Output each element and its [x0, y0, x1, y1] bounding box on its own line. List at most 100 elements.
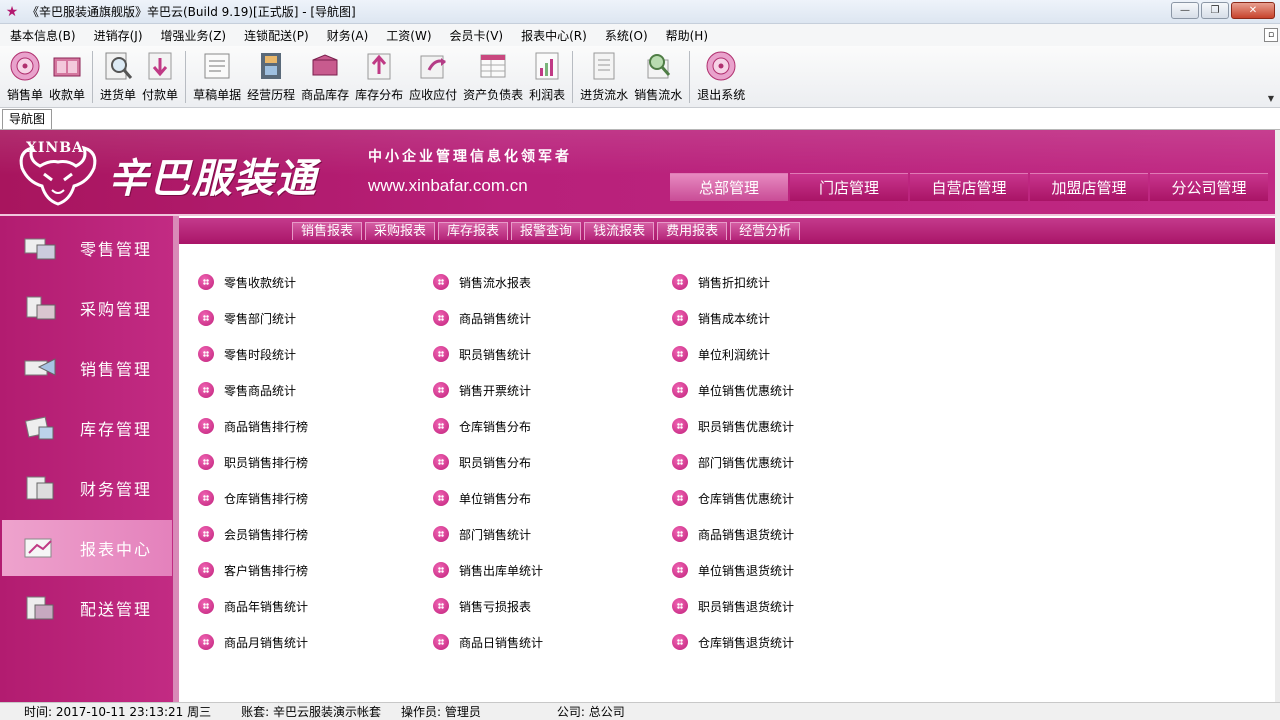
report-link[interactable]: 仓库销售退货统计: [672, 624, 794, 660]
report-link[interactable]: 销售开票统计: [433, 372, 543, 408]
nav-sales[interactable]: 销售管理: [2, 340, 172, 396]
bullet-icon: [198, 418, 214, 434]
toolbar-profit-button[interactable]: 利润表: [526, 46, 568, 103]
report-column-2: 销售流水报表 商品销售统计 职员销售统计 销售开票统计 仓库销售分布 职员销售分…: [433, 264, 543, 660]
bullet-icon: [672, 310, 688, 326]
menu-wages[interactable]: 工资(W): [376, 27, 439, 44]
report-link[interactable]: 职员销售分布: [433, 444, 543, 480]
report-link[interactable]: 商品年销售统计: [198, 588, 308, 624]
toolbar-stock-button[interactable]: 商品库存: [298, 46, 352, 103]
payment-arrow-icon: [143, 50, 177, 82]
report-link[interactable]: 客户销售排行榜: [198, 552, 308, 588]
report-list: 零售收款统计 零售部门统计 零售时段统计 零售商品统计 商品销售排行榜 职员销售…: [179, 244, 1275, 702]
menu-enhanced[interactable]: 增强业务(Z): [151, 27, 235, 44]
subtab-cashflow-reports[interactable]: 钱流报表: [584, 222, 655, 240]
report-link[interactable]: 部门销售统计: [433, 516, 543, 552]
report-link[interactable]: 单位销售分布: [433, 480, 543, 516]
tab-stores[interactable]: 门店管理: [790, 173, 908, 201]
toolbar-history-button[interactable]: 经营历程: [244, 46, 298, 103]
report-link[interactable]: 零售收款统计: [198, 264, 308, 300]
bullet-icon: [198, 454, 214, 470]
report-link[interactable]: 零售时段统计: [198, 336, 308, 372]
menu-system[interactable]: 系统(O): [595, 27, 656, 44]
toolbar-exit-button[interactable]: 退出系统: [694, 46, 748, 103]
mdi-close-icon[interactable]: ▫: [1264, 28, 1278, 42]
report-link[interactable]: 销售出库单统计: [433, 552, 543, 588]
report-link[interactable]: 部门销售优惠统计: [672, 444, 794, 480]
subtab-purchase-reports[interactable]: 采购报表: [365, 222, 436, 240]
minimize-button[interactable]: —: [1171, 2, 1199, 19]
report-link[interactable]: 职员销售排行榜: [198, 444, 308, 480]
bullet-icon: [672, 526, 688, 542]
distribution-icon: [22, 592, 58, 624]
report-link[interactable]: 商品销售退货统计: [672, 516, 794, 552]
toolbar-receipt-button[interactable]: 收款单: [46, 46, 88, 103]
report-link[interactable]: 零售部门统计: [198, 300, 308, 336]
nav-retail[interactable]: 零售管理: [2, 220, 172, 276]
menu-inventory[interactable]: 进销存(J): [84, 27, 151, 44]
menu-finance[interactable]: 财务(A): [317, 27, 377, 44]
tab-owned-stores[interactable]: 自营店管理: [910, 173, 1028, 201]
report-link[interactable]: 销售亏损报表: [433, 588, 543, 624]
subtab-business-analysis[interactable]: 经营分析: [730, 222, 801, 240]
nav-inventory[interactable]: 库存管理: [2, 400, 172, 456]
toolbar-payment-button[interactable]: 付款单: [139, 46, 181, 103]
subtab-alert-query[interactable]: 报警查询: [511, 222, 582, 240]
toolbar-separator: [689, 51, 691, 103]
report-link[interactable]: 单位利润统计: [672, 336, 794, 372]
toolbar-balance-button[interactable]: 资产负债表: [460, 46, 526, 103]
toolbar: 销售单 收款单 进货单 付款单 草稿单据 经营历程 商品库存 库存分布 应收应付…: [0, 46, 1280, 108]
report-link[interactable]: 商品销售排行榜: [198, 408, 308, 444]
tab-franchise-stores[interactable]: 加盟店管理: [1030, 173, 1148, 201]
toolbar-stock-distribution-button[interactable]: 库存分布: [352, 46, 406, 103]
tab-headquarters[interactable]: 总部管理: [670, 173, 788, 201]
toolbar-purchase-button[interactable]: 进货单: [97, 46, 139, 103]
report-link[interactable]: 单位销售优惠统计: [672, 372, 794, 408]
report-link[interactable]: 商品月销售统计: [198, 624, 308, 660]
restore-button[interactable]: ❐: [1201, 2, 1229, 19]
toolbar-purchase-log-button[interactable]: 进货流水: [577, 46, 631, 103]
bullet-icon: [198, 274, 214, 290]
exit-disc-icon: [704, 50, 738, 82]
slogan: 中小企业管理信息化领军者: [368, 149, 572, 165]
toolbar-sales-log-button[interactable]: 销售流水: [631, 46, 685, 103]
report-link[interactable]: 单位销售退货统计: [672, 552, 794, 588]
menu-member-card[interactable]: 会员卡(V): [440, 27, 512, 44]
menu-report-center[interactable]: 报表中心(R): [511, 27, 595, 44]
report-link[interactable]: 商品日销售统计: [433, 624, 543, 660]
toolbar-receivable-button[interactable]: 应收应付: [406, 46, 460, 103]
report-link[interactable]: 职员销售统计: [433, 336, 543, 372]
left-nav: 零售管理 采购管理 销售管理 库存管理 财务管理 报表中心 配送管理: [0, 216, 173, 702]
bullet-icon: [433, 274, 449, 290]
report-link[interactable]: 零售商品统计: [198, 372, 308, 408]
report-column-1: 零售收款统计 零售部门统计 零售时段统计 零售商品统计 商品销售排行榜 职员销售…: [198, 264, 308, 660]
toolbar-sales-button[interactable]: 销售单: [4, 46, 46, 103]
report-link[interactable]: 仓库销售排行榜: [198, 480, 308, 516]
subtab-expense-reports[interactable]: 费用报表: [657, 222, 728, 240]
nav-finance[interactable]: 财务管理: [2, 460, 172, 516]
toolbar-overflow-icon[interactable]: ▼: [1268, 94, 1274, 103]
toolbar-draft-button[interactable]: 草稿单据: [190, 46, 244, 103]
tab-navigation-map[interactable]: 导航图: [2, 109, 53, 129]
subtab-inventory-reports[interactable]: 库存报表: [438, 222, 509, 240]
nav-report-center[interactable]: 报表中心: [2, 520, 172, 576]
report-link[interactable]: 销售成本统计: [672, 300, 794, 336]
stock-up-arrow-icon: [362, 50, 396, 82]
report-link[interactable]: 职员销售退货统计: [672, 588, 794, 624]
report-link[interactable]: 会员销售排行榜: [198, 516, 308, 552]
nav-purchase[interactable]: 采购管理: [2, 280, 172, 336]
subtab-sales-reports[interactable]: 销售报表: [292, 222, 363, 240]
purchase-log-icon: [587, 50, 621, 82]
menu-chain-delivery[interactable]: 连锁配送(P): [234, 27, 317, 44]
report-link[interactable]: 销售流水报表: [433, 264, 543, 300]
report-link[interactable]: 商品销售统计: [433, 300, 543, 336]
menu-basic-info[interactable]: 基本信息(B): [0, 27, 84, 44]
menu-help[interactable]: 帮助(H): [656, 27, 716, 44]
nav-distribution[interactable]: 配送管理: [2, 580, 172, 636]
report-link[interactable]: 仓库销售优惠统计: [672, 480, 794, 516]
report-link[interactable]: 职员销售优惠统计: [672, 408, 794, 444]
report-link[interactable]: 仓库销售分布: [433, 408, 543, 444]
close-button[interactable]: ✕: [1231, 2, 1275, 19]
tab-branch-company[interactable]: 分公司管理: [1150, 173, 1268, 201]
report-link[interactable]: 销售折扣统计: [672, 264, 794, 300]
